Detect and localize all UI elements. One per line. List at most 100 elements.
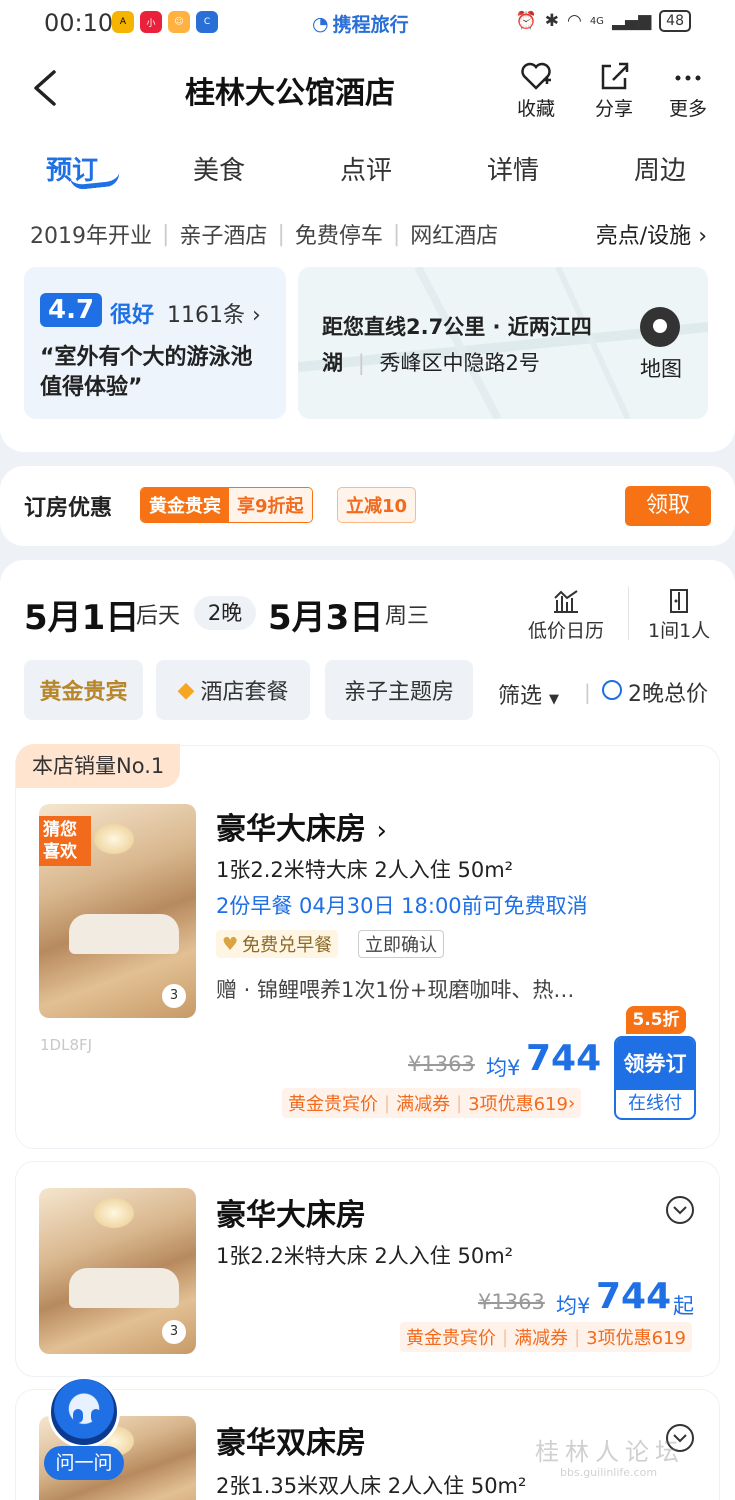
coupon-tag[interactable]: 立减10 (337, 487, 417, 523)
watermark: 桂林人论坛 (535, 1438, 685, 1466)
amenities-link[interactable]: 亮点/设施 › (596, 218, 707, 250)
robot-eye (91, 1409, 101, 1423)
rooms-guests-button[interactable]: 1间1人 (648, 588, 710, 643)
room-photo-detail (69, 914, 179, 954)
watermark-sub: bbs.guilinlife.com (560, 1466, 658, 1479)
checkin-date[interactable]: 5月1日 (24, 590, 139, 639)
divider: | (392, 221, 401, 247)
price-prefix: 均¥ (556, 1294, 591, 1318)
best-seller-badge: 本店销量No.1 (16, 744, 181, 788)
assistant-button[interactable]: 问一问 (44, 1376, 124, 1486)
claim-coupon-button[interactable]: 领取 (625, 486, 711, 526)
room-photo-detail (94, 1198, 134, 1228)
hotel-header: 桂林大公馆酒店 收藏 分享 更多 (0, 44, 735, 134)
share-icon (601, 62, 629, 90)
discount-breakdown[interactable]: 黄金贵宾价 | 满减券 | 3项优惠619 (400, 1322, 692, 1352)
room-card[interactable]: 3 豪华大床房 1张2.2米特大床 2人入住 50m² ¥1363 均¥ 744… (16, 1162, 719, 1376)
chevron-right-icon: › (376, 816, 387, 846)
room-name[interactable]: 豪华大床房 (216, 1190, 366, 1234)
feature-tag: 亲子酒店 (179, 224, 268, 249)
price-calendar-icon (554, 590, 578, 613)
rating-card[interactable]: 4.7 很好 1161条 › “室外有个大的游泳池 值得体验” (24, 267, 286, 419)
filter-dropdown[interactable]: 筛选 ▼ (498, 678, 559, 710)
room-card[interactable]: 本店销量No.1 猜您喜欢 3 1DL8FJ 豪华大床房 › 1张2.2米特大床… (16, 744, 719, 1148)
tab-reviews[interactable]: 点评 (340, 150, 392, 187)
room-photo-detail (69, 1268, 179, 1308)
room-spec: 2张1.35米双人床 2人入住 50m² (216, 1474, 527, 1498)
original-price: ¥1363 (478, 1290, 545, 1314)
street-address: 秀峰区中隐路2号 (379, 351, 540, 375)
nights-count: 2晚 (194, 596, 256, 630)
checkout-date[interactable]: 5月3日 (268, 590, 383, 639)
filter-family-theme[interactable]: 亲子主题房 (325, 660, 473, 720)
filter-package[interactable]: ◆ 酒店套餐 (156, 660, 310, 720)
favorite-label: 收藏 (516, 98, 555, 120)
price-calendar-label: 低价日历 (528, 620, 605, 642)
share-button[interactable]: 分享 (584, 60, 644, 121)
tab-details[interactable]: 详情 (487, 150, 539, 187)
vip-offer-text: 享9折起 (229, 488, 312, 522)
favorite-button[interactable]: 收藏 (506, 60, 566, 121)
expand-chevron-icon[interactable] (666, 1196, 694, 1224)
room-spec: 1张2.2米特大床 2人入住 50m² (216, 1244, 514, 1268)
brand-logo-icon: ◔ (312, 12, 329, 35)
network-type: 4G (589, 15, 604, 27)
more-icon (675, 75, 701, 81)
total-price-label: 2晚总价 (628, 682, 708, 707)
room-name[interactable]: 豪华大床房 › (216, 804, 387, 848)
room-image[interactable]: 猜您喜欢 3 (39, 804, 196, 1018)
divider: | (574, 1326, 581, 1348)
chevron-right-icon: › (252, 303, 261, 328)
rating-label: 很好 (110, 303, 155, 328)
divider: | (384, 1092, 391, 1114)
brand-name: 携程旅行 (332, 14, 409, 36)
rooms-guests-label: 1间1人 (648, 620, 711, 642)
room-name[interactable]: 豪华双床房 (216, 1418, 366, 1462)
app-notification-icon: A (112, 11, 134, 33)
room-price: 744 (596, 1276, 672, 1317)
price-calendar-button[interactable]: 低价日历 (528, 588, 604, 643)
filter-vip[interactable]: 黄金贵宾 (24, 660, 143, 720)
discount-item: 3项优惠619 (586, 1328, 686, 1349)
image-code: 1DL8FJ (40, 1036, 93, 1054)
more-button[interactable]: 更多 (658, 60, 718, 121)
feature-tag: 免费停车 (294, 224, 383, 249)
book-with-coupon-button[interactable]: 领券订 在线付 (614, 1036, 696, 1120)
status-bar: 00:10 A 小 ☺ C ◔ 携程旅行 ⏰ ✱ ◠ 4G ▂▄▆ 48 (0, 0, 735, 44)
filter-package-label: 酒店套餐 (200, 680, 289, 705)
wifi-icon: ◠ (566, 11, 582, 31)
room-policy: 2份早餐 04月30日 18:00前可免费取消 (216, 894, 588, 918)
location-card[interactable]: 距您直线2.7公里 · 近两江四 湖 | 秀峰区中隐路2号 地图 (298, 267, 708, 419)
share-label: 分享 (594, 98, 633, 120)
price-suffix: 起 (673, 1294, 694, 1318)
map-label: 地图 (640, 357, 682, 381)
divider: | (162, 221, 170, 247)
status-time: 00:10 (44, 9, 114, 37)
room-image[interactable]: 3 (39, 1188, 196, 1354)
amenities-link-label: 亮点/设施 (595, 224, 692, 249)
original-price: ¥1363 (408, 1052, 475, 1076)
booking-promo-bar: 订房优惠 黄金贵宾 享9折起 立减10 领取 (0, 466, 735, 546)
discount-badge: 5.5折 (626, 1006, 686, 1034)
review-count-value: 1161条 (167, 303, 245, 328)
vip-offer-tag[interactable]: 黄金贵宾 享9折起 (140, 487, 313, 523)
discount-breakdown[interactable]: 黄金贵宾价 | 满减券 | 3项优惠619 › (282, 1088, 582, 1118)
chevron-down-icon (673, 1206, 687, 1215)
gift-text: 赠 · 锦鲤喂养1次1份+现磨咖啡、热… (216, 978, 575, 1002)
tab-nearby[interactable]: 周边 (634, 150, 686, 187)
total-price-radio[interactable] (602, 680, 622, 700)
rating-score: 4.7 (40, 293, 103, 327)
discount-item: 满减券 (396, 1094, 451, 1115)
room-price: 744 (526, 1038, 602, 1079)
feature-tag: 网红酒店 (410, 224, 499, 249)
more-label: 更多 (668, 98, 707, 120)
room-photo-detail (94, 824, 134, 854)
divider: | (277, 221, 285, 247)
discount-item: 满减券 (514, 1328, 569, 1349)
app-notification-icon: C (196, 11, 218, 33)
tab-food[interactable]: 美食 (193, 150, 245, 187)
signal-icon: ▂▄▆ (611, 11, 652, 31)
battery-indicator: 48 (659, 10, 691, 32)
feature-tags: 2019年开业 | 亲子酒店 | 免费停车 | 网红酒店 (30, 218, 498, 250)
brand-logo: ◔ 携程旅行 (312, 10, 409, 37)
